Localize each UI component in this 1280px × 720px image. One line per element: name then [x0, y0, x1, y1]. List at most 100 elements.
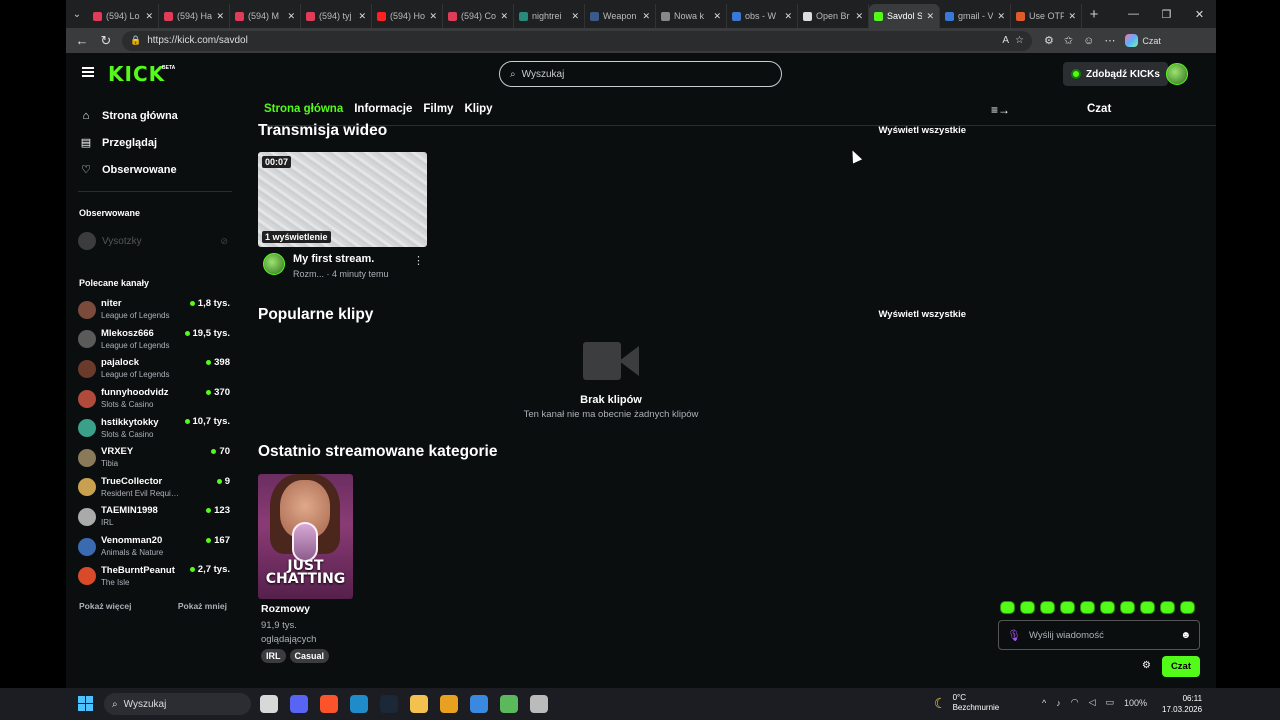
windows-start-icon[interactable]	[78, 696, 93, 711]
tab-close-icon[interactable]: ✕	[926, 11, 934, 22]
recommended-channel[interactable]: niter League of Legends 1,8 tys.	[78, 295, 230, 325]
tab-actions-icon[interactable]: ⌄	[66, 0, 88, 28]
favorite-star-icon[interactable]: ☆	[1015, 35, 1024, 46]
wifi-icon[interactable]: ◠	[1071, 697, 1079, 708]
extensions-icon[interactable]: ⚙	[1044, 34, 1054, 47]
browser-tab[interactable]: (594) tyj ✕	[301, 4, 372, 28]
category-tag[interactable]: Casual	[289, 649, 330, 663]
show-less-button[interactable]: Pokaż mniej	[178, 601, 227, 611]
tab-close-icon[interactable]: ✕	[713, 11, 721, 22]
sidebar-nav-item[interactable]: ⌂ Strona główna	[66, 102, 241, 129]
emote-icon[interactable]	[1080, 601, 1095, 614]
emote-icon[interactable]	[1100, 601, 1115, 614]
taskbar-app-icon[interactable]	[320, 695, 338, 713]
tab-close-icon[interactable]: ✕	[642, 11, 650, 22]
browser-tab[interactable]: gmail - V ✕	[940, 4, 1011, 28]
taskbar-app-icon[interactable]	[410, 695, 428, 713]
recommended-channel[interactable]: TheBurntPeanut The Isle 2,7 tys.	[78, 561, 230, 591]
emote-icon[interactable]	[1140, 601, 1155, 614]
show-more-button[interactable]: Pokaż więcej	[79, 601, 131, 611]
taskbar-search[interactable]: ⌕ Wyszukaj	[104, 693, 251, 715]
video-channel[interactable]: Rozm...	[293, 269, 324, 279]
taskbar-clock[interactable]: 06:11 17.03.2026	[1162, 693, 1202, 715]
video-title[interactable]: My first stream.	[293, 253, 374, 265]
recommended-channel[interactable]: TrueCollector Resident Evil Requiem 9	[78, 473, 230, 503]
volume-icon[interactable]: ◁	[1089, 697, 1096, 708]
profile-icon[interactable]: ☺	[1083, 35, 1094, 47]
chat-settings-icon[interactable]: ⚙	[1142, 660, 1151, 671]
channel-tab[interactable]: Filmy	[423, 103, 453, 115]
tab-close-icon[interactable]: ✕	[1068, 11, 1076, 22]
browser-tab[interactable]: (594) Ha ✕	[159, 4, 230, 28]
minimize-icon[interactable]: —	[1117, 0, 1150, 28]
tab-close-icon[interactable]: ✕	[216, 11, 224, 22]
microphone-tray-icon[interactable]: ♪	[1056, 698, 1061, 708]
channel-tab[interactable]: Klipy	[464, 103, 492, 115]
recommended-channel[interactable]: pajalock League of Legends 398	[78, 354, 230, 384]
search-input[interactable]: ⌕ Wyszukaj	[499, 61, 782, 87]
tab-close-icon[interactable]: ✕	[358, 11, 366, 22]
taskbar-app-icon[interactable]	[440, 695, 458, 713]
recommended-channel[interactable]: VRXEY Tibia 70	[78, 443, 230, 473]
sidebar-nav-item[interactable]: ▤ Przeglądaj	[66, 129, 241, 156]
tab-close-icon[interactable]: ✕	[571, 11, 579, 22]
recommended-channel[interactable]: Venomman20 Animals & Nature 167	[78, 532, 230, 562]
recommended-channel[interactable]: hstikkytokky Slots & Casino 10,7 tys.	[78, 413, 230, 443]
taskbar-app-icon[interactable]	[500, 695, 518, 713]
taskbar-app-icon[interactable]	[470, 695, 488, 713]
get-kicks-button[interactable]: Zdobądź KICKs	[1063, 62, 1168, 86]
browser-tab[interactable]: Savdol S ✕	[869, 4, 940, 28]
weather-widget[interactable]: ☾ 0°C Bezchmurnie	[934, 693, 999, 713]
collapse-chat-icon[interactable]: ≡→	[991, 103, 1010, 117]
category-name[interactable]: Rozmowy	[261, 603, 310, 615]
favorites-icon[interactable]: ✩	[1064, 34, 1073, 47]
battery-icon[interactable]: ▭	[1106, 697, 1115, 708]
tab-close-icon[interactable]: ✕	[855, 11, 863, 22]
channel-avatar[interactable]	[263, 253, 285, 275]
category-card-art[interactable]: JUST CHATTING	[258, 474, 353, 599]
back-icon[interactable]: ←	[70, 33, 94, 48]
browser-tab[interactable]: Weapon ✕	[585, 4, 656, 28]
taskbar-app-icon[interactable]	[260, 695, 278, 713]
tab-close-icon[interactable]: ✕	[997, 11, 1005, 22]
tab-close-icon[interactable]: ✕	[145, 11, 153, 22]
taskbar-app-icon[interactable]	[350, 695, 368, 713]
emote-icon[interactable]	[1180, 601, 1195, 614]
video-options-icon[interactable]: ⋮	[413, 254, 424, 267]
browser-tab[interactable]: (594) M ✕	[230, 4, 301, 28]
browser-tab[interactable]: (594) Ho ✕	[372, 4, 443, 28]
user-avatar[interactable]	[1166, 63, 1188, 85]
chevron-up-icon[interactable]: ^	[1042, 698, 1046, 708]
refresh-icon[interactable]: ↻	[94, 33, 118, 49]
browser-tab[interactable]: Open Br ✕	[798, 4, 869, 28]
tab-close-icon[interactable]: ✕	[287, 11, 295, 22]
recommended-channel[interactable]: TAEMIN1998 IRL 123	[78, 502, 230, 532]
clips-see-all-link[interactable]: Wyświetl wszystkie	[879, 309, 966, 320]
read-aloud-icon[interactable]: A	[1002, 35, 1009, 46]
chat-send-button[interactable]: Czat	[1161, 656, 1200, 677]
emote-icon[interactable]	[1160, 601, 1175, 614]
channel-tab[interactable]: Informacje	[354, 103, 412, 115]
restore-icon[interactable]: ❐	[1150, 0, 1183, 28]
chat-message-input[interactable]: 🎙 Wyślij wiadomość ☻	[998, 620, 1200, 650]
new-tab-button[interactable]: +	[1082, 6, 1106, 23]
browser-tab[interactable]: (594) Lo ✕	[88, 4, 159, 28]
copilot-button[interactable]: Czat	[1125, 34, 1161, 47]
taskbar-app-icon[interactable]	[290, 695, 308, 713]
emote-icon[interactable]	[1020, 601, 1035, 614]
emote-icon[interactable]	[1120, 601, 1135, 614]
videos-see-all-link[interactable]: Wyświetl wszystkie	[879, 125, 966, 136]
kick-logo[interactable]: KICK	[108, 62, 165, 86]
emote-icon[interactable]	[1000, 601, 1015, 614]
taskbar-app-icon[interactable]	[530, 695, 548, 713]
browser-tab[interactable]: nightrei ✕	[514, 4, 585, 28]
browser-tab[interactable]: obs - W ✕	[727, 4, 798, 28]
url-field[interactable]: 🔒 https://kick.com/savdol A ☆	[122, 30, 1032, 51]
taskbar-app-icon[interactable]	[380, 695, 398, 713]
sidebar-nav-item[interactable]: ♡ Obserwowane	[66, 156, 241, 183]
emote-icon[interactable]	[1060, 601, 1075, 614]
recommended-channel[interactable]: Mlekosz666 League of Legends 19,5 tys.	[78, 325, 230, 355]
browser-tab[interactable]: Use OTP ✕	[1011, 4, 1082, 28]
browser-tab[interactable]: Nowa k ✕	[656, 4, 727, 28]
emote-icon[interactable]	[1040, 601, 1055, 614]
